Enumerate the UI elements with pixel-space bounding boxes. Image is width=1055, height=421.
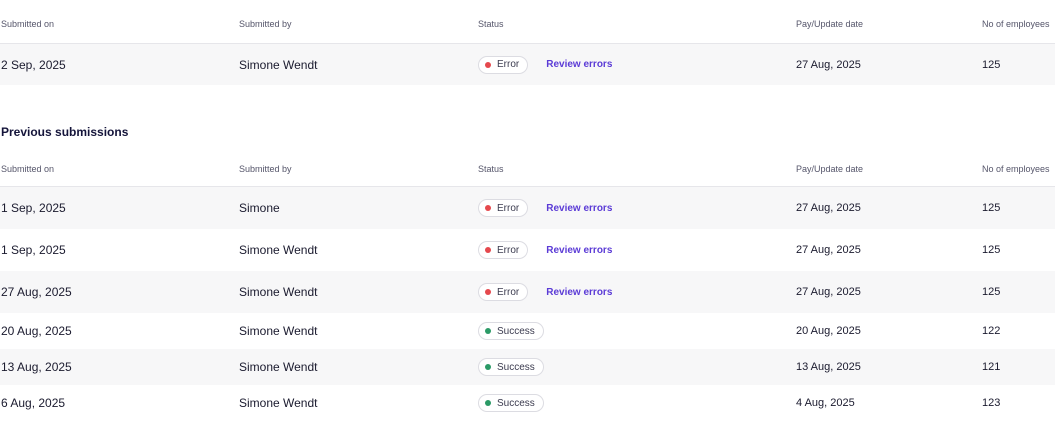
review-errors-link[interactable]: Review errors bbox=[546, 59, 612, 70]
status-badge: Error bbox=[478, 241, 529, 259]
submitted-by-cell: Simone Wendt bbox=[239, 57, 318, 72]
status-badge: Error bbox=[478, 55, 529, 74]
submitted-on-cell: 6 Aug, 2025 bbox=[1, 396, 66, 410]
submitted-on-cell: 2 Sep, 2025 bbox=[1, 57, 66, 72]
status-label: Success bbox=[497, 397, 535, 409]
table-row: 2 Sep, 2025 Simone Wendt Error Review er… bbox=[0, 44, 1055, 85]
error-dot-icon bbox=[485, 61, 491, 68]
column-header-submitted-by: Submitted by bbox=[239, 163, 292, 174]
submitted-by-cell: Simone Wendt bbox=[239, 360, 318, 374]
employees-cell: 125 bbox=[982, 244, 1001, 256]
status-cell: Success bbox=[478, 349, 544, 385]
column-header-pay-update-date: Pay/Update date bbox=[796, 163, 864, 174]
employees-cell: 125 bbox=[982, 58, 1001, 71]
status-label: Error bbox=[497, 59, 520, 70]
table-row: 13 Aug, 2025 Simone Wendt Success 13 Aug… bbox=[0, 349, 1055, 385]
table-row: 27 Aug, 2025 Simone Wendt Error Review e… bbox=[0, 271, 1055, 313]
column-header-submitted-by: Submitted by bbox=[239, 18, 292, 29]
pay-update-date-cell: 4 Aug, 2025 bbox=[796, 397, 855, 409]
column-header-submitted-on: Submitted on bbox=[1, 163, 55, 174]
review-errors-link[interactable]: Review errors bbox=[546, 203, 612, 214]
table-row: 1 Sep, 2025 Simone Wendt Error Review er… bbox=[0, 229, 1055, 271]
pay-update-date-cell: 27 Aug, 2025 bbox=[796, 244, 861, 256]
submitted-by-cell: Simone Wendt bbox=[239, 324, 318, 338]
pay-update-date-cell: 27 Aug, 2025 bbox=[796, 58, 861, 71]
status-label: Error bbox=[497, 286, 520, 298]
employees-cell: 125 bbox=[982, 202, 1001, 214]
status-label: Success bbox=[497, 325, 535, 337]
previous-submissions-title: Previous submissions bbox=[1, 125, 129, 139]
success-dot-icon bbox=[485, 328, 491, 334]
submitted-by-cell: Simone Wendt bbox=[239, 396, 318, 410]
status-badge: Success bbox=[478, 322, 544, 340]
error-dot-icon bbox=[485, 205, 491, 211]
status-label: Error bbox=[497, 202, 520, 214]
employees-cell: 125 bbox=[982, 286, 1001, 298]
column-header-no-of-employees: No of employees bbox=[982, 18, 1050, 29]
column-header-status: Status bbox=[478, 163, 504, 174]
submitted-by-cell: Simone bbox=[239, 201, 280, 215]
table-header: Submitted on Submitted by Status Pay/Upd… bbox=[0, 4, 1055, 44]
status-label: Success bbox=[497, 361, 535, 373]
status-badge: Error bbox=[478, 283, 529, 301]
status-cell: Error Review errors bbox=[478, 187, 612, 229]
status-cell: Error Review errors bbox=[478, 44, 612, 85]
employees-cell: 121 bbox=[982, 361, 1001, 373]
submitted-on-cell: 13 Aug, 2025 bbox=[1, 360, 72, 374]
column-header-no-of-employees: No of employees bbox=[982, 163, 1050, 174]
status-badge: Success bbox=[478, 358, 544, 376]
submitted-on-cell: 1 Sep, 2025 bbox=[1, 243, 66, 257]
pay-update-date-cell: 20 Aug, 2025 bbox=[796, 325, 861, 337]
status-cell: Success bbox=[478, 385, 544, 421]
table-header: Submitted on Submitted by Status Pay/Upd… bbox=[0, 151, 1055, 187]
table-row: 1 Sep, 2025 Simone Error Review errors 2… bbox=[0, 187, 1055, 229]
submitted-on-cell: 20 Aug, 2025 bbox=[1, 324, 72, 338]
submitted-by-cell: Simone Wendt bbox=[239, 285, 318, 299]
success-dot-icon bbox=[485, 364, 491, 370]
status-cell: Error Review errors bbox=[478, 271, 612, 313]
current-submission-table: Submitted on Submitted by Status Pay/Upd… bbox=[0, 4, 1055, 85]
submitted-on-cell: 27 Aug, 2025 bbox=[1, 285, 72, 299]
pay-update-date-cell: 27 Aug, 2025 bbox=[796, 202, 861, 214]
column-header-pay-update-date: Pay/Update date bbox=[796, 18, 864, 29]
employees-cell: 122 bbox=[982, 325, 1001, 337]
table-row: 20 Aug, 2025 Simone Wendt Success 20 Aug… bbox=[0, 313, 1055, 349]
status-cell: Success bbox=[478, 313, 544, 349]
error-dot-icon bbox=[485, 289, 491, 295]
submitted-on-cell: 1 Sep, 2025 bbox=[1, 201, 66, 215]
table-row: 6 Aug, 2025 Simone Wendt Success 4 Aug, … bbox=[0, 385, 1055, 421]
status-cell: Error Review errors bbox=[478, 229, 612, 271]
status-badge: Error bbox=[478, 199, 529, 217]
error-dot-icon bbox=[485, 247, 491, 253]
status-label: Error bbox=[497, 244, 520, 256]
success-dot-icon bbox=[485, 400, 491, 406]
status-badge: Success bbox=[478, 394, 544, 412]
submitted-by-cell: Simone Wendt bbox=[239, 243, 318, 257]
pay-update-date-cell: 27 Aug, 2025 bbox=[796, 286, 861, 298]
review-errors-link[interactable]: Review errors bbox=[546, 245, 612, 256]
column-header-submitted-on: Submitted on bbox=[1, 18, 55, 29]
column-header-status: Status bbox=[478, 18, 504, 29]
employees-cell: 123 bbox=[982, 397, 1001, 409]
pay-update-date-cell: 13 Aug, 2025 bbox=[796, 361, 861, 373]
previous-submissions-table: Submitted on Submitted by Status Pay/Upd… bbox=[0, 151, 1055, 421]
review-errors-link[interactable]: Review errors bbox=[546, 287, 612, 298]
